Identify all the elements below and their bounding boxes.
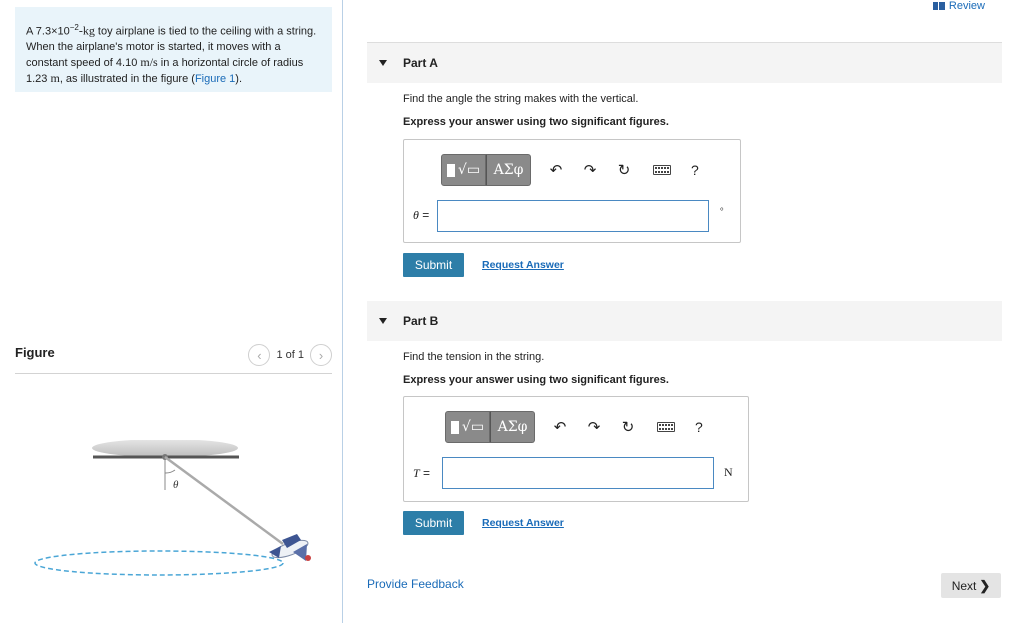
left-pane: A 7.3×10−2-kg toy airplane is tied to th… xyxy=(0,0,343,623)
reset-icon[interactable]: ↻ xyxy=(619,418,637,436)
part-a-answer-box: √▭ ΑΣφ ↶ ↷ ↻ ? θ = ° xyxy=(403,139,741,243)
airplane-figure: θ xyxy=(34,440,311,576)
templates-button[interactable]: √▭ xyxy=(445,411,490,443)
figure-pager: ‹ 1 of 1 › xyxy=(248,344,332,366)
part-b-answer-box: √▭ ΑΣφ ↶ ↷ ↻ ? T = N xyxy=(403,396,749,502)
part-a-title: Part A xyxy=(403,56,438,70)
part-b-answer-input[interactable] xyxy=(442,457,714,489)
sqrt-template-icon: √▭ xyxy=(461,419,485,435)
figure-header: Figure ‹ 1 of 1 › xyxy=(15,344,332,374)
problem-text-5: ). xyxy=(235,72,243,85)
part-b-title: Part B xyxy=(403,314,439,328)
problem-statement: A 7.3×10−2-kg toy airplane is tied to th… xyxy=(15,7,332,92)
angle-label: θ xyxy=(173,479,179,491)
part-a-instruction: Express your answer using two significan… xyxy=(403,116,669,128)
sqrt-template-icon: √▭ xyxy=(457,162,481,178)
part-a-variable-label: θ = xyxy=(413,208,429,223)
tension-symbol: T xyxy=(413,466,420,480)
part-b-request-answer-link[interactable]: Request Answer xyxy=(482,517,564,529)
help-button[interactable]: ? xyxy=(691,162,699,178)
help-button[interactable]: ? xyxy=(695,419,703,435)
part-b-header[interactable]: Part B xyxy=(367,301,1002,341)
degree-unit: ° xyxy=(720,206,724,216)
part-b-variable-label: T = xyxy=(413,466,430,481)
part-b-prompt: Find the tension in the string. xyxy=(403,351,545,363)
reset-icon[interactable]: ↻ xyxy=(615,161,633,179)
part-a-request-answer-link[interactable]: Request Answer xyxy=(482,259,564,271)
figure-link[interactable]: Figure 1 xyxy=(195,73,235,85)
problem-text-4: , as illustrated in the figure ( xyxy=(59,72,195,85)
figure-title: Figure xyxy=(15,345,55,360)
radius-unit: m xyxy=(50,70,60,85)
part-b-toolbar: √▭ ΑΣφ ↶ ↷ ↻ ? xyxy=(445,411,703,443)
part-a-answer-input[interactable] xyxy=(437,200,709,232)
circular-path xyxy=(34,550,284,576)
greek-symbols-button[interactable]: ΑΣφ xyxy=(486,154,531,186)
angle-arc xyxy=(164,469,176,474)
redo-icon[interactable]: ↷ xyxy=(585,418,603,436)
part-a-toolbar: √▭ ΑΣφ ↶ ↷ ↻ ? xyxy=(441,154,699,186)
figure-page-count: 1 of 1 xyxy=(276,349,304,361)
part-a-prompt: Find the angle the string makes with the… xyxy=(403,93,639,105)
part-b-instruction: Express your answer using two significan… xyxy=(403,374,669,386)
next-label: Next xyxy=(951,578,977,593)
speed-unit: m/s xyxy=(140,54,158,69)
review-label: Review xyxy=(948,0,985,12)
part-a-submit-button[interactable]: Submit xyxy=(403,253,464,277)
string xyxy=(164,455,284,546)
chevron-right-icon: ❯ xyxy=(979,577,991,593)
provide-feedback-link[interactable]: Provide Feedback xyxy=(367,577,464,591)
prev-figure-button[interactable]: ‹ xyxy=(248,344,271,366)
keyboard-icon[interactable] xyxy=(657,422,675,432)
equals-sign: = xyxy=(418,208,430,222)
next-button[interactable]: Next ❯ xyxy=(941,573,1001,598)
review-link[interactable]: Review xyxy=(932,0,985,12)
templates-button[interactable]: √▭ xyxy=(441,154,486,186)
greek-symbols-button[interactable]: ΑΣφ xyxy=(490,411,535,443)
exponent: −2 xyxy=(69,23,79,32)
undo-icon[interactable]: ↶ xyxy=(551,418,569,436)
newton-unit: N xyxy=(724,465,733,479)
chevron-left-icon: ‹ xyxy=(257,347,262,363)
chevron-right-icon: › xyxy=(318,347,324,363)
next-figure-button[interactable]: › xyxy=(310,344,332,366)
undo-icon[interactable]: ↶ xyxy=(547,161,565,179)
collapse-triangle-icon xyxy=(379,318,387,324)
redo-icon[interactable]: ↷ xyxy=(581,161,599,179)
part-b-submit-button[interactable]: Submit xyxy=(403,511,464,535)
mass-unit: -kg xyxy=(78,23,95,38)
collapse-triangle-icon xyxy=(379,60,387,66)
part-a-header[interactable]: Part A xyxy=(367,43,1002,83)
equals-sign: = xyxy=(419,466,431,480)
keyboard-icon[interactable] xyxy=(653,165,671,175)
problem-text-1: A 7.3×10 xyxy=(26,25,70,38)
review-icon xyxy=(932,2,945,10)
